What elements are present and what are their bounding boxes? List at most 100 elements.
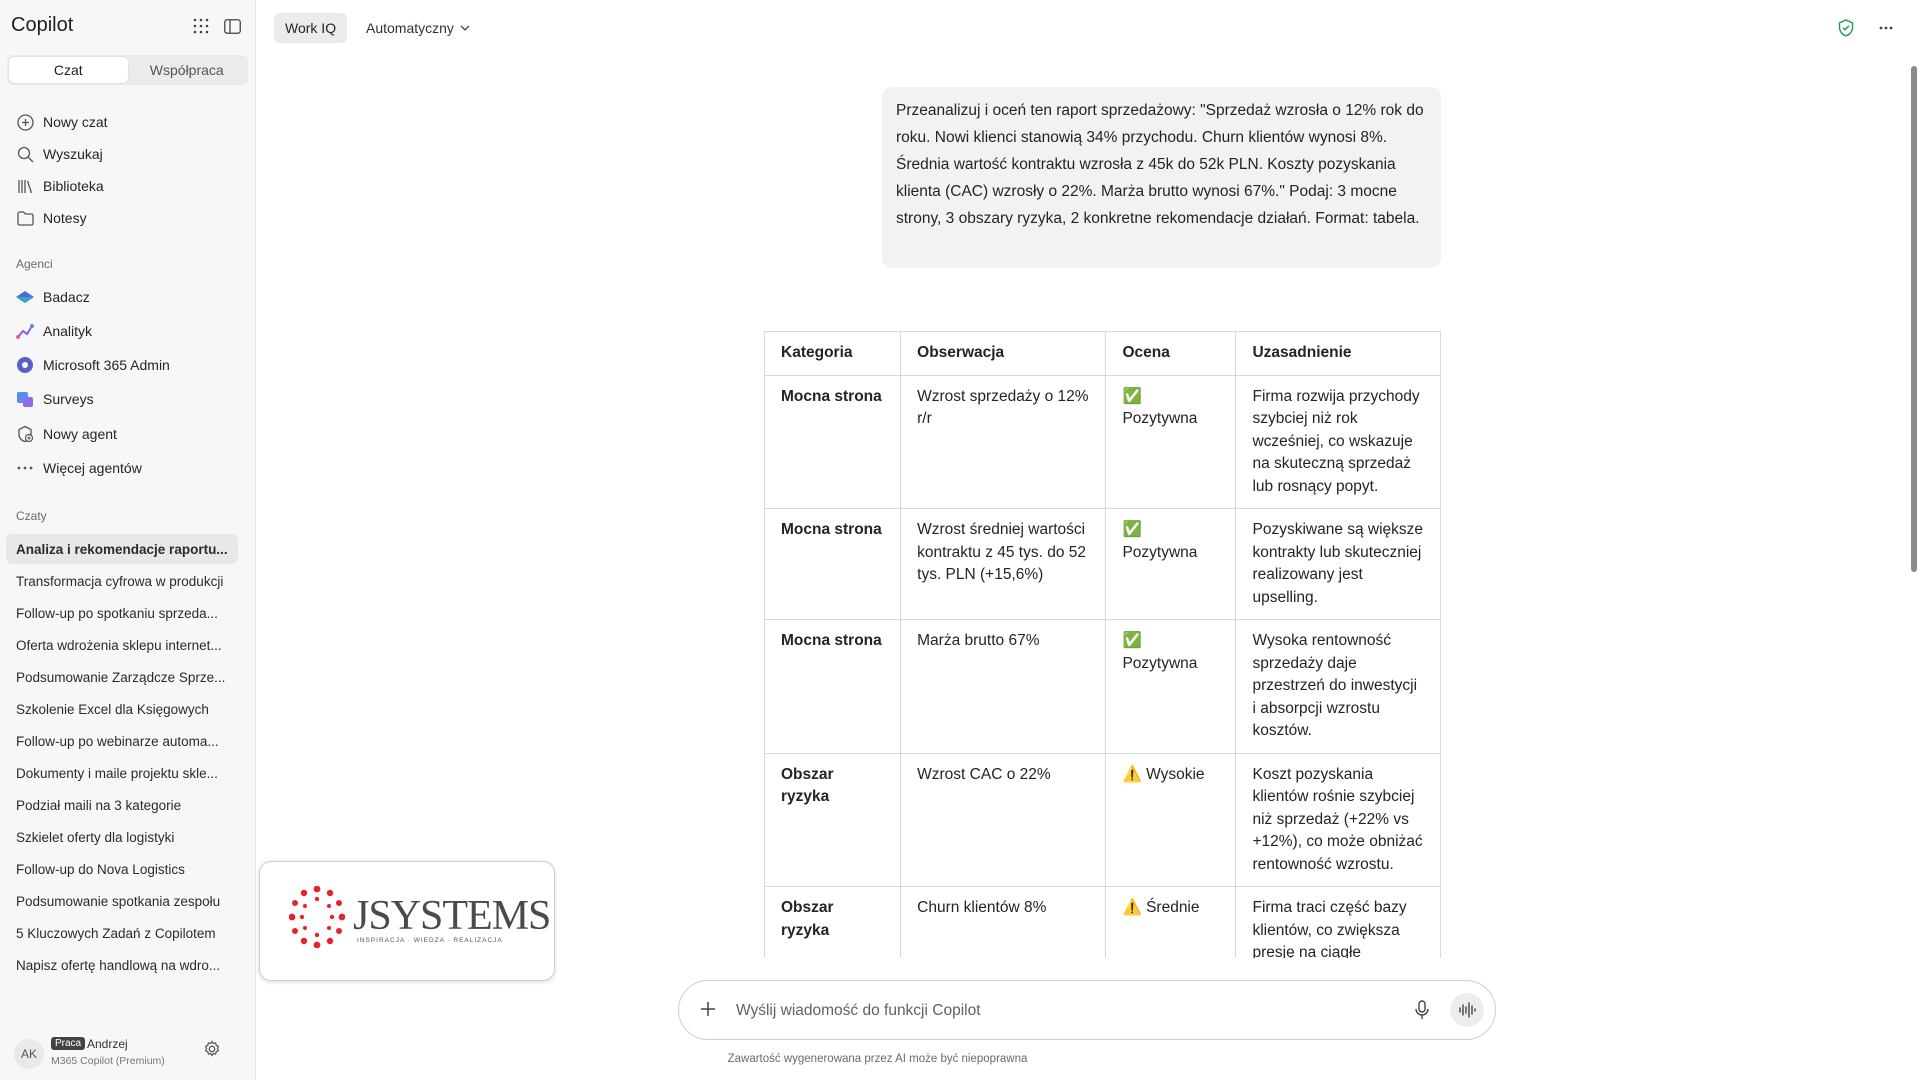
chat-item[interactable]: Follow-up po spotkaniu sprzeda... xyxy=(6,598,238,628)
table-cell: Firma traci część bazy klientów, co zwię… xyxy=(1235,886,1441,958)
chat-item[interactable]: Transformacja cyfrowa w produkcji xyxy=(6,566,238,596)
chat-item[interactable]: Podsumowanie spotkania zespołu xyxy=(6,886,238,916)
column-header: Ocena xyxy=(1105,331,1237,376)
admin-gear-icon xyxy=(15,355,35,375)
sidebar-item-new-chat[interactable]: Nowy czat xyxy=(15,110,108,134)
table-header-row: Kategoria Obserwacja Ocena Uzasadnienie xyxy=(764,331,1441,376)
chat-item[interactable]: Oferta wdrożenia sklepu internet... xyxy=(6,630,238,660)
table-cell: ✅ Pozytywna xyxy=(1105,619,1237,754)
chat-item[interactable]: Napisz ofertę handlową na wdro... xyxy=(6,950,238,980)
sidebar-item-label: Surveys xyxy=(43,391,94,407)
tab-wspolpraca[interactable]: Współpraca xyxy=(128,57,247,83)
sidebar: Copilot Czat Współpraca Nowy czat Wyszuk… xyxy=(0,0,256,1080)
chat-item[interactable]: Follow-up do Nova Logistics xyxy=(6,854,238,884)
message-input[interactable] xyxy=(734,996,1328,1026)
sidebar-item-search[interactable]: Wyszukaj xyxy=(15,142,103,166)
chat-item[interactable]: Dokumenty i maile projektu skle... xyxy=(6,758,238,788)
microphone-icon[interactable] xyxy=(1414,1000,1434,1020)
table-cell: Mocna strona xyxy=(764,374,902,509)
chat-item[interactable]: Follow-up po webinarze automa... xyxy=(6,726,238,756)
table-cell: Obszar ryzyka xyxy=(764,752,902,887)
table-cell: ✅ Pozytywna xyxy=(1105,374,1237,509)
table-cell: Koszt pozyskania klientów rośnie szybcie… xyxy=(1235,752,1441,887)
table-cell: Wysoka rentowność sprzedaży daje przestr… xyxy=(1235,619,1441,754)
table-cell: Mocna strona xyxy=(764,508,902,620)
ai-disclaimer-container: Zawartość wygenerowana przez AI może być… xyxy=(0,1053,1920,1065)
table-cell: Wzrost CAC o 22% xyxy=(900,752,1107,887)
logo-tagline: INSPIRACJA · WIEDZA · REALIZACJA xyxy=(357,937,503,944)
jsystems-logo-icon xyxy=(289,886,345,948)
sidebar-item-surveys[interactable]: Surveys xyxy=(15,387,94,411)
message-composer xyxy=(678,980,1496,1040)
new-agent-icon xyxy=(15,424,35,444)
sidebar-toggle-icon[interactable] xyxy=(222,16,242,36)
table-row: Mocna strona Marża brutto 67% ✅ Pozytywn… xyxy=(764,619,1441,754)
table-cell: ⚠️ Średnie xyxy=(1105,886,1237,958)
sidebar-item-notebooks[interactable]: Notesy xyxy=(15,206,87,230)
analyst-icon xyxy=(15,321,35,341)
add-attachment-icon[interactable] xyxy=(699,1000,719,1020)
voice-mode-button[interactable] xyxy=(1450,993,1484,1027)
column-header: Kategoria xyxy=(764,331,902,376)
apps-grid-icon[interactable] xyxy=(191,16,211,36)
more-options-icon[interactable] xyxy=(1876,18,1896,38)
table-row: Obszar ryzyka Wzrost CAC o 22% ⚠️ Wysoki… xyxy=(764,752,1441,887)
work-badge: Praca xyxy=(51,1037,86,1050)
table-row: Mocna strona Wzrost sprzedaży o 12% r/r … xyxy=(764,374,1441,509)
chat-item[interactable]: Podsumowanie Zarządcze Sprze... xyxy=(6,662,238,692)
sidebar-item-analityk[interactable]: Analityk xyxy=(15,319,92,343)
table-row: Mocna strona Wzrost średniej wartości ko… xyxy=(764,508,1441,620)
user-message: Przeanalizuj i oceń ten raport sprzedażo… xyxy=(882,87,1441,268)
sidebar-item-label: Nowy agent xyxy=(43,426,117,442)
agents-section-label: Agenci xyxy=(16,257,53,271)
sidebar-item-library[interactable]: Biblioteka xyxy=(15,174,104,198)
user-name: Andrzej xyxy=(87,1037,128,1051)
table-cell: ⚠️ Wysokie xyxy=(1105,752,1237,887)
researcher-icon xyxy=(15,287,35,307)
library-icon xyxy=(15,176,35,196)
logo-card: JSYSTEMS INSPIRACJA · WIEDZA · REALIZACJ… xyxy=(259,861,555,981)
sidebar-item-label: Microsoft 365 Admin xyxy=(43,357,170,373)
surveys-icon xyxy=(15,389,35,409)
search-icon xyxy=(15,144,35,164)
app-title: Copilot xyxy=(11,14,74,36)
chat-item[interactable]: Szkielet oferty dla logistyki xyxy=(6,822,238,852)
chat-item[interactable]: Analiza i rekomendacje raportu... xyxy=(6,534,238,564)
sidebar-item-badacz[interactable]: Badacz xyxy=(15,285,90,309)
tab-czat[interactable]: Czat xyxy=(9,57,128,83)
chevron-down-icon xyxy=(460,25,470,31)
ai-disclaimer: Zawartość wygenerowana przez AI może być… xyxy=(727,1053,1028,1065)
sidebar-item-label: Więcej agentów xyxy=(43,460,142,476)
mode-dropdown-label: Automatyczny xyxy=(366,20,454,36)
work-iq-button[interactable]: Work IQ xyxy=(274,13,348,43)
sidebar-item-new-agent[interactable]: Nowy agent xyxy=(15,422,117,446)
sidebar-item-label: Biblioteka xyxy=(43,178,104,194)
table-cell: Marża brutto 67% xyxy=(900,619,1107,754)
mode-toggle: Czat Współpraca xyxy=(7,55,248,85)
table-cell: Mocna strona xyxy=(764,619,902,754)
table-cell: Firma rozwija przychody szybciej niż rok… xyxy=(1235,374,1441,509)
logo-wordmark: JSYSTEMS xyxy=(353,893,551,939)
folder-icon xyxy=(15,208,35,228)
table-cell: Churn klientów 8% xyxy=(900,886,1107,958)
mode-dropdown[interactable]: Automatyczny xyxy=(366,13,470,43)
response-table-container: Kategoria Obserwacja Ocena Uzasadnienie … xyxy=(764,331,1441,958)
voice-waveform-icon xyxy=(1459,1002,1476,1018)
scrollbar[interactable] xyxy=(1911,66,1917,572)
sidebar-item-more-agents[interactable]: Więcej agentów xyxy=(15,456,142,480)
response-table: Kategoria Obserwacja Ocena Uzasadnienie … xyxy=(764,331,1441,958)
sidebar-item-label: Analityk xyxy=(43,323,93,339)
table-row: Obszar ryzyka Churn klientów 8% ⚠️ Średn… xyxy=(764,886,1441,958)
sidebar-item-label: Badacz xyxy=(43,289,90,305)
sidebar-item-label: Nowy czat xyxy=(43,114,108,130)
sidebar-item-m365-admin[interactable]: Microsoft 365 Admin xyxy=(15,353,170,377)
chat-item[interactable]: Podział maili na 3 kategorie xyxy=(6,790,238,820)
chat-item[interactable]: Szkolenie Excel dla Księgowych xyxy=(6,694,238,724)
shield-check-icon[interactable] xyxy=(1836,18,1856,38)
chat-item[interactable]: 5 Kluczowych Zadań z Copilotem xyxy=(6,918,238,948)
chats-section-label: Czaty xyxy=(16,509,47,523)
table-cell: Obszar ryzyka xyxy=(764,886,902,958)
table-cell: Wzrost średniej wartości kontraktu z 45 … xyxy=(900,508,1107,620)
plus-circle-icon xyxy=(15,112,35,132)
table-cell: Pozyskiwane są większe kontrakty lub sku… xyxy=(1235,508,1441,620)
